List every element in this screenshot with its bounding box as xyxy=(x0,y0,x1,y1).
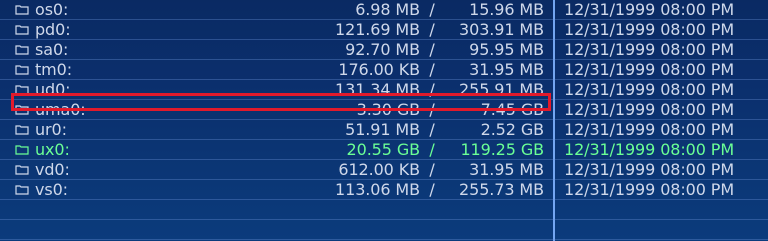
total-space: 15.96 MB xyxy=(469,0,544,19)
used-space: 131.34 MB xyxy=(335,80,420,99)
folder-icon xyxy=(15,105,29,115)
modified-date: 12/31/1999 08:00 PM xyxy=(564,40,735,59)
list-item[interactable]: os0: 6.98 MB / 15.96 MB 12/31/1999 08:00… xyxy=(0,0,768,20)
used-space: 113.06 MB xyxy=(335,180,420,199)
space-separator: / xyxy=(429,80,435,99)
list-item[interactable]: pd0: 121.69 MB / 303.91 MB 12/31/1999 08… xyxy=(0,20,768,40)
drive-name: sa0: xyxy=(35,40,69,59)
drive-name: ud0: xyxy=(35,80,71,99)
used-space: 612.00 KB xyxy=(338,160,420,179)
modified-date: 12/31/1999 08:00 PM xyxy=(564,160,735,179)
used-space: 92.70 MB xyxy=(345,40,420,59)
total-space: 31.95 MB xyxy=(469,160,544,179)
space-separator: / xyxy=(429,140,435,159)
total-space: 119.25 GB xyxy=(460,140,544,159)
folder-icon xyxy=(15,185,29,195)
space-separator: / xyxy=(429,20,435,39)
drive-name: os0: xyxy=(35,0,69,19)
space-separator: / xyxy=(429,60,435,79)
list-item[interactable]: ur0: 51.91 MB / 2.52 GB 12/31/1999 08:00… xyxy=(0,120,768,140)
list-item[interactable]: tm0: 176.00 KB / 31.95 MB 12/31/1999 08:… xyxy=(0,60,768,80)
folder-icon xyxy=(15,65,29,75)
total-space: 31.95 MB xyxy=(469,60,544,79)
modified-date: 12/31/1999 08:00 PM xyxy=(564,100,735,119)
modified-date: 12/31/1999 08:00 PM xyxy=(564,120,735,139)
file-browser-panel: os0: 6.98 MB / 15.96 MB 12/31/1999 08:00… xyxy=(0,0,768,241)
used-space: 51.91 MB xyxy=(345,120,420,139)
modified-date: 12/31/1999 08:00 PM xyxy=(564,140,735,159)
drive-name: ur0: xyxy=(35,120,67,139)
folder-icon xyxy=(15,125,29,135)
modified-date: 12/31/1999 08:00 PM xyxy=(564,60,735,79)
folder-icon xyxy=(15,5,29,15)
drive-name: pd0: xyxy=(35,20,71,39)
space-separator: / xyxy=(429,160,435,179)
modified-date: 12/31/1999 08:00 PM xyxy=(564,20,735,39)
empty-row xyxy=(0,200,768,220)
drive-name: tm0: xyxy=(35,60,73,79)
modified-date: 12/31/1999 08:00 PM xyxy=(564,180,735,199)
list-item[interactable]: uma0: 3.30 GB / 7.45 GB 12/31/1999 08:00… xyxy=(0,100,768,120)
space-separator: / xyxy=(429,40,435,59)
list-item[interactable]: sa0: 92.70 MB / 95.95 MB 12/31/1999 08:0… xyxy=(0,40,768,60)
drive-name: ux0: xyxy=(35,140,70,159)
modified-date: 12/31/1999 08:00 PM xyxy=(564,80,735,99)
empty-row xyxy=(0,220,768,240)
folder-icon xyxy=(15,145,29,155)
space-separator: / xyxy=(429,120,435,139)
total-space: 2.52 GB xyxy=(480,120,544,139)
list-item[interactable]: ud0: 131.34 MB / 255.91 MB 12/31/1999 08… xyxy=(0,80,768,100)
total-space: 95.95 MB xyxy=(469,40,544,59)
total-space: 7.45 GB xyxy=(480,100,544,119)
space-separator: / xyxy=(429,180,435,199)
list-item[interactable]: vs0: 113.06 MB / 255.73 MB 12/31/1999 08… xyxy=(0,180,768,200)
folder-icon xyxy=(15,25,29,35)
folder-icon xyxy=(15,165,29,175)
folder-icon xyxy=(15,45,29,55)
drive-name: uma0: xyxy=(35,100,86,119)
used-space: 6.98 MB xyxy=(355,0,420,19)
modified-date: 12/31/1999 08:00 PM xyxy=(564,0,735,19)
list-item-active[interactable]: ux0: 20.55 GB / 119.25 GB 12/31/1999 08:… xyxy=(0,140,768,160)
drive-name: vs0: xyxy=(35,180,68,199)
total-space: 303.91 MB xyxy=(459,20,544,39)
space-separator: / xyxy=(429,100,435,119)
total-space: 255.73 MB xyxy=(459,180,544,199)
list-item[interactable]: vd0: 612.00 KB / 31.95 MB 12/31/1999 08:… xyxy=(0,160,768,180)
space-separator: / xyxy=(429,0,435,19)
used-space: 3.30 GB xyxy=(356,100,420,119)
total-space: 255.91 MB xyxy=(459,80,544,99)
used-space: 20.55 GB xyxy=(346,140,421,159)
used-space: 176.00 KB xyxy=(338,60,420,79)
drive-name: vd0: xyxy=(35,160,70,179)
folder-icon xyxy=(15,85,29,95)
used-space: 121.69 MB xyxy=(335,20,420,39)
